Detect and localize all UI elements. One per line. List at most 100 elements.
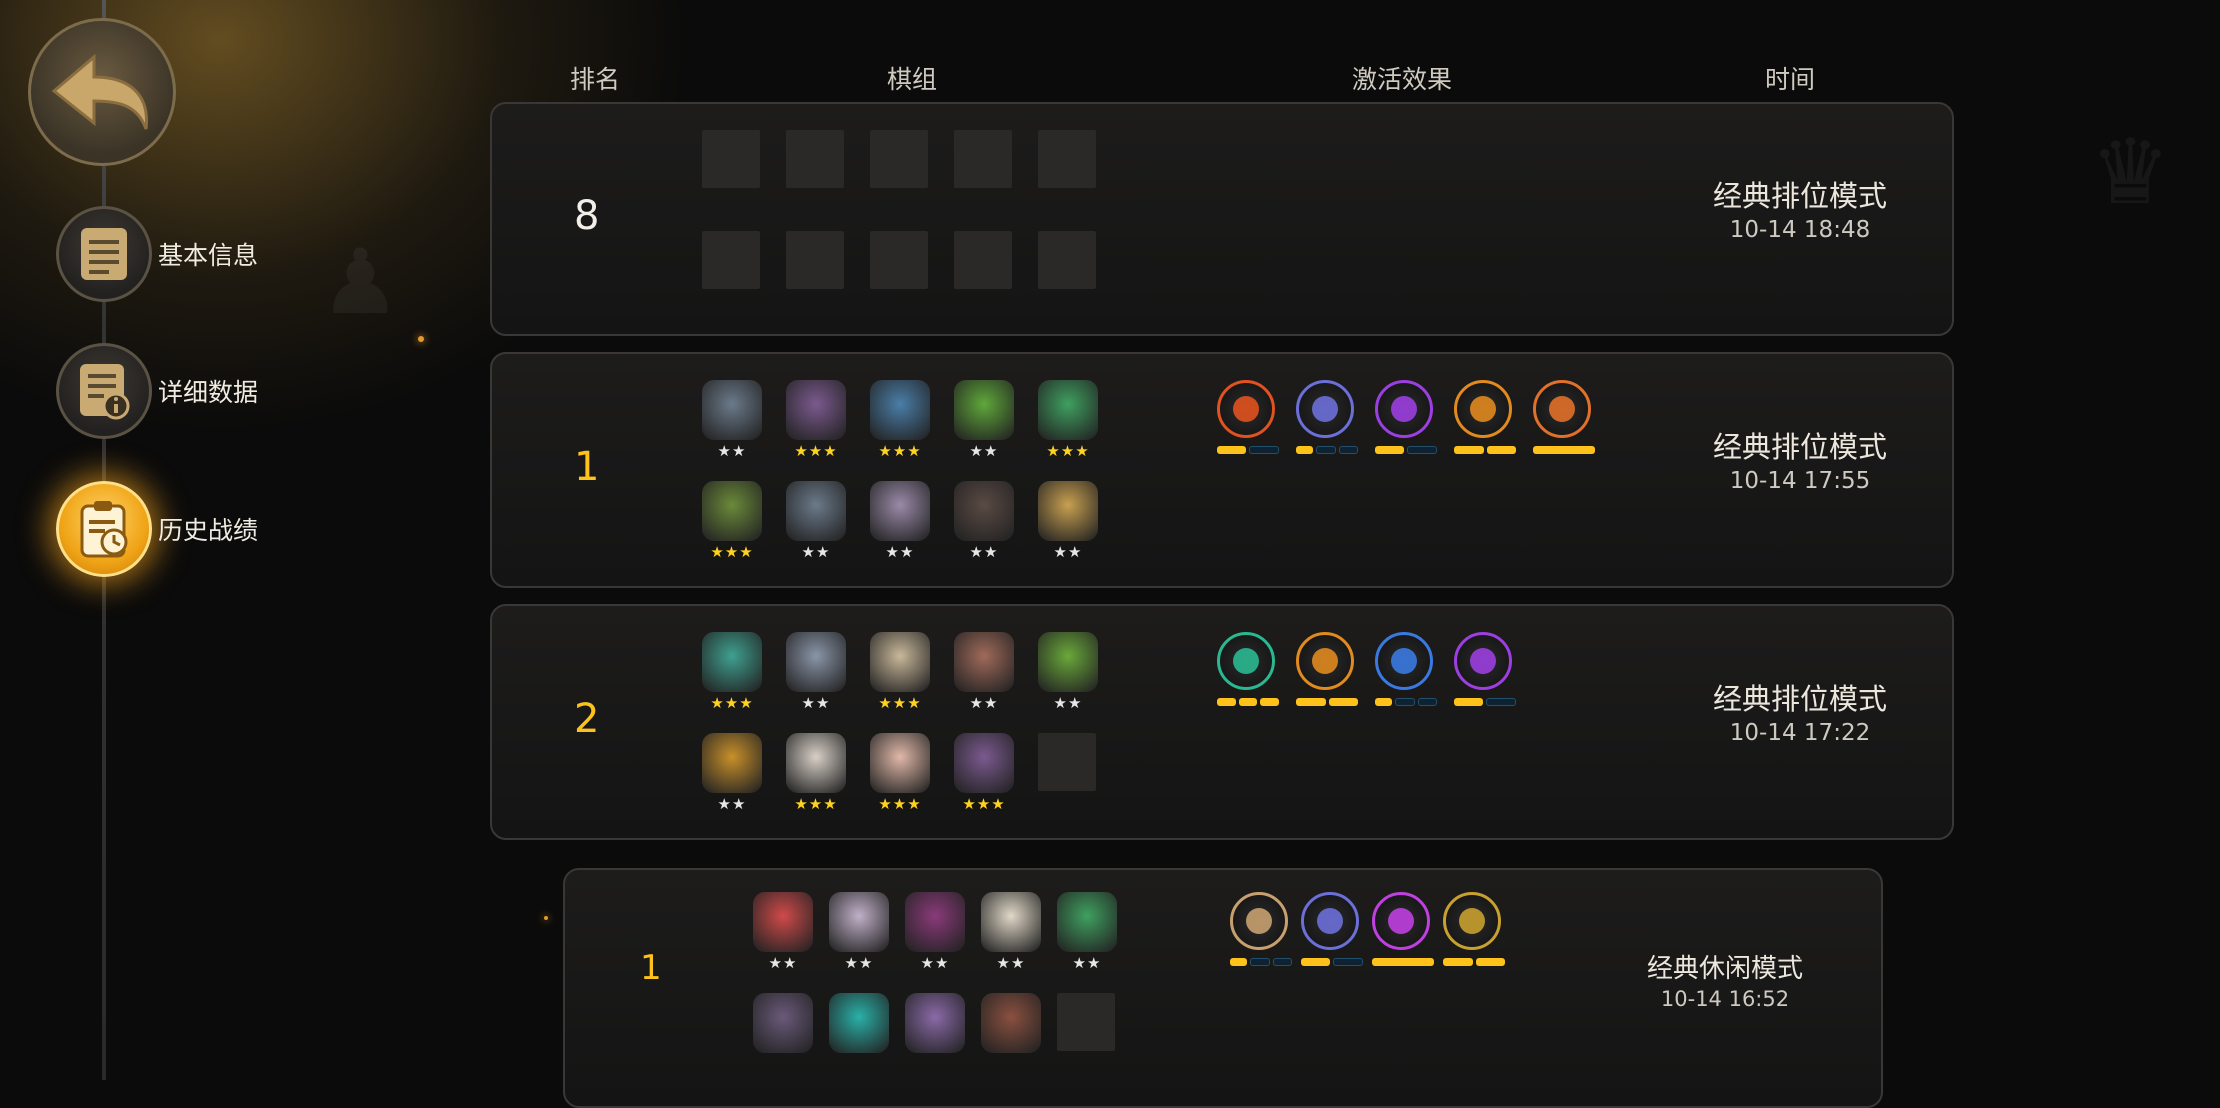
sidebar-item-detailed-data[interactable]: 详细数据: [56, 343, 258, 439]
piece-stars: ★★★: [710, 694, 754, 712]
match-time: 10-14 18:48: [1729, 217, 1871, 243]
match-row[interactable]: 1 ★★ ★★★ ★★★ ★★ ★★★ ★★★ ★★ ★★ ★★ ★★ 经典排位模式 10-14 17:…: [490, 352, 1954, 588]
trait-level-bars: [1217, 446, 1279, 454]
chess-piece-avatar[interactable]: ★★★: [870, 733, 930, 813]
trait-badge[interactable]: [1375, 380, 1437, 454]
chess-piece-avatar[interactable]: ★★★: [954, 733, 1014, 813]
chess-piece-avatar[interactable]: ★★: [1038, 632, 1098, 712]
match-time: 10-14 16:52: [1660, 987, 1790, 1011]
piece-stars: ★★: [1053, 543, 1083, 561]
match-row[interactable]: 1 ★★ ★★ ★★ ★★ ★★ 经典休闲模式 10-14 16:52: [563, 868, 1883, 1108]
sidebar-item-match-history[interactable]: 历史战绩: [56, 481, 258, 577]
trait-badge[interactable]: [1296, 380, 1358, 454]
empty-slot: [1038, 733, 1096, 791]
chess-piece-avatar[interactable]: ★★★: [870, 380, 930, 460]
piece-stars: ★★: [1072, 954, 1102, 972]
chess-piece-avatar[interactable]: ★★: [702, 380, 762, 460]
chess-piece-avatar[interactable]: ★★: [786, 481, 846, 561]
trait-badge[interactable]: [1375, 632, 1437, 706]
piece-portrait: [753, 892, 813, 952]
header-lineup: 棋组: [887, 65, 938, 94]
chess-piece-avatar[interactable]: ★★★: [786, 380, 846, 460]
piece-stars: ★★★: [878, 442, 922, 460]
piece-portrait: [1038, 481, 1098, 541]
piece-stars: ★★★: [878, 795, 922, 813]
chess-piece-avatar[interactable]: ★★: [829, 892, 889, 972]
chess-piece-avatar[interactable]: ★★: [702, 733, 762, 813]
piece-portrait: [1038, 632, 1098, 692]
trait-level-bars: [1375, 698, 1437, 706]
piece-stars: ★★: [1053, 694, 1083, 712]
piece-stars: ★★: [801, 543, 831, 561]
chess-piece-avatar[interactable]: ★★: [870, 481, 930, 561]
trait-level-pip: [1248, 446, 1279, 454]
trait-level-pip: [1260, 698, 1280, 706]
empty-slot: [954, 231, 1012, 289]
chess-piece-avatar[interactable]: ★★★: [1038, 380, 1098, 460]
empty-slot: [702, 231, 760, 289]
trait-level-pip: [1338, 446, 1358, 454]
piece-stars: ★★: [969, 543, 999, 561]
chess-piece-avatar[interactable]: ★★★: [786, 733, 846, 813]
chess-piece-avatar[interactable]: [981, 993, 1041, 1053]
piece-portrait: [954, 733, 1014, 793]
chess-piece-avatar[interactable]: [753, 993, 813, 1053]
trait-badge[interactable]: [1443, 892, 1505, 966]
trait-badge[interactable]: [1230, 892, 1292, 966]
chess-piece-avatar[interactable]: ★★: [981, 892, 1041, 972]
chess-piece-avatar[interactable]: ★★★: [870, 632, 930, 712]
piece-portrait: [829, 892, 889, 952]
chess-piece-avatar[interactable]: [905, 993, 965, 1053]
chess-piece-avatar[interactable]: ★★: [1057, 892, 1117, 972]
trait-level-pip: [1375, 698, 1393, 706]
trait-badge[interactable]: [1301, 892, 1363, 966]
piece-portrait: [905, 892, 965, 952]
piece-portrait: [702, 481, 762, 541]
trait-emblem-icon: [1375, 632, 1433, 690]
trait-badge[interactable]: [1454, 632, 1516, 706]
piece-portrait: [905, 993, 965, 1053]
piece-portrait: [870, 481, 930, 541]
trait-level-bars: [1454, 446, 1516, 454]
chess-piece-avatar[interactable]: ★★: [954, 380, 1014, 460]
trait-level-pip: [1406, 446, 1437, 454]
trait-level-bars: [1217, 698, 1280, 706]
chess-piece-avatar[interactable]: ★★: [1038, 481, 1098, 561]
trait-badge[interactable]: [1454, 380, 1516, 454]
trait-level-pip: [1417, 698, 1437, 706]
rank-number: 8: [574, 193, 600, 239]
piece-stars: ★★★: [1046, 442, 1090, 460]
trait-emblem-icon: [1296, 380, 1354, 438]
trait-emblem-icon: [1230, 892, 1288, 950]
match-row[interactable]: 2 ★★★ ★★ ★★★ ★★ ★★ ★★ ★★★ ★★★ ★★★ 经典排位模式 10-14 17:2…: [490, 604, 1954, 840]
chess-piece-avatar[interactable]: ★★: [753, 892, 813, 972]
chess-piece-avatar[interactable]: [829, 993, 889, 1053]
trait-badge[interactable]: [1217, 632, 1280, 706]
chess-piece-avatar[interactable]: ★★: [954, 632, 1014, 712]
document-info-icon: [56, 343, 152, 439]
piece-portrait: [702, 733, 762, 793]
trait-badge[interactable]: [1533, 380, 1595, 454]
game-mode: 经典休闲模式: [1646, 954, 1803, 984]
chess-piece-avatar[interactable]: ★★★: [702, 481, 762, 561]
trait-badge[interactable]: [1296, 632, 1358, 706]
trait-level-pip: [1395, 698, 1415, 706]
trait-level-pip: [1454, 698, 1483, 706]
piece-portrait: [786, 733, 846, 793]
trait-level-pip: [1296, 698, 1326, 706]
chess-piece-avatar[interactable]: ★★: [786, 632, 846, 712]
piece-stars: ★★: [969, 442, 999, 460]
chess-piece-avatar[interactable]: ★★★: [702, 632, 762, 712]
piece-portrait: [829, 993, 889, 1053]
sidebar-item-basic-info[interactable]: 基本信息: [56, 206, 258, 302]
piece-portrait: [870, 380, 930, 440]
back-button[interactable]: [28, 18, 176, 166]
match-row[interactable]: 8 经典排位模式 10-14 18:48: [490, 102, 1954, 336]
chess-piece-avatar[interactable]: ★★: [954, 481, 1014, 561]
bg-chess-piece: ♟: [320, 230, 401, 335]
sidebar-item-label: 历史战绩: [158, 516, 259, 545]
trait-level-pip: [1250, 958, 1270, 966]
trait-badge[interactable]: [1372, 892, 1434, 966]
trait-badge[interactable]: [1217, 380, 1279, 454]
chess-piece-avatar[interactable]: ★★: [905, 892, 965, 972]
